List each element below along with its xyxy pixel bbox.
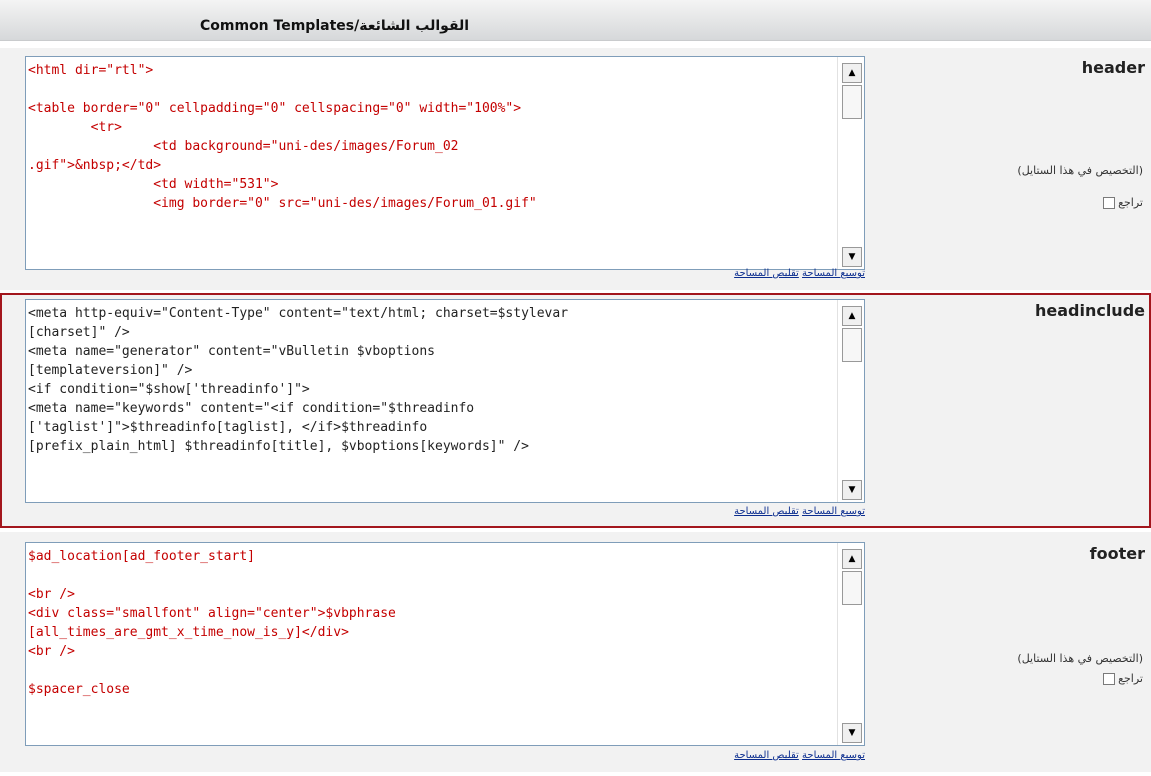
page-title-bar: Common Templates/القوالب الشائعة	[0, 0, 1151, 41]
scroll-thumb[interactable]	[842, 85, 862, 119]
template-label: footer	[1089, 544, 1145, 563]
vertical-scrollbar[interactable]: ▲ ▼	[837, 57, 864, 269]
template-section-headinclude: headinclude <meta http-equiv="Content-Ty…	[0, 293, 1151, 528]
revert-option[interactable]: تراجع	[1103, 196, 1143, 209]
scroll-up-icon[interactable]: ▲	[842, 306, 862, 326]
revert-label: تراجع	[1118, 196, 1143, 209]
shrink-area-link[interactable]: تقليص المساحة	[734, 750, 799, 761]
expand-area-link[interactable]: توسيع المساحة	[802, 750, 865, 761]
scroll-thumb[interactable]	[842, 328, 862, 362]
customized-note: (التخصيص في هذا الستايل)	[1017, 164, 1143, 177]
template-editor-headinclude[interactable]: <meta http-equiv="Content-Type" content=…	[25, 299, 865, 503]
revert-option[interactable]: تراجع	[1103, 672, 1143, 685]
code-text[interactable]: <html dir="rtl"> <table border="0" cellp…	[28, 61, 836, 267]
vertical-scrollbar[interactable]: ▲ ▼	[837, 543, 864, 745]
expand-area-link[interactable]: توسيع المساحة	[802, 268, 865, 279]
template-section-header: header (التخصيص في هذا الستايل) تراجع <h…	[0, 48, 1151, 290]
resize-links: توسيع المساحة تقليص المساحة	[690, 506, 865, 517]
scroll-down-icon[interactable]: ▼	[842, 247, 862, 267]
scroll-down-icon[interactable]: ▼	[842, 480, 862, 500]
scroll-thumb[interactable]	[842, 571, 862, 605]
shrink-area-link[interactable]: تقليص المساحة	[734, 506, 799, 517]
revert-label: تراجع	[1118, 672, 1143, 685]
customized-note: (التخصيص في هذا الستايل)	[1017, 652, 1143, 665]
expand-area-link[interactable]: توسيع المساحة	[802, 506, 865, 517]
shrink-area-link[interactable]: تقليص المساحة	[734, 268, 799, 279]
template-editor-footer[interactable]: $ad_location[ad_footer_start] <br /> <di…	[25, 542, 865, 746]
scroll-up-icon[interactable]: ▲	[842, 63, 862, 83]
template-section-footer: footer (التخصيص في هذا الستايل) تراجع $a…	[0, 532, 1151, 772]
scroll-down-icon[interactable]: ▼	[842, 723, 862, 743]
template-label: header	[1081, 58, 1145, 77]
resize-links: توسيع المساحة تقليص المساحة	[690, 268, 865, 279]
vertical-scrollbar[interactable]: ▲ ▼	[837, 300, 864, 502]
code-text[interactable]: <meta http-equiv="Content-Type" content=…	[28, 304, 836, 500]
page-title: Common Templates/القوالب الشائعة	[200, 18, 470, 34]
template-label: headinclude	[1034, 301, 1145, 320]
revert-checkbox[interactable]	[1103, 196, 1116, 209]
code-text[interactable]: $ad_location[ad_footer_start] <br /> <di…	[28, 547, 836, 743]
scroll-up-icon[interactable]: ▲	[842, 549, 862, 569]
template-editor-header[interactable]: <html dir="rtl"> <table border="0" cellp…	[25, 56, 865, 270]
resize-links: توسيع المساحة تقليص المساحة	[690, 750, 865, 761]
revert-checkbox[interactable]	[1103, 672, 1116, 685]
